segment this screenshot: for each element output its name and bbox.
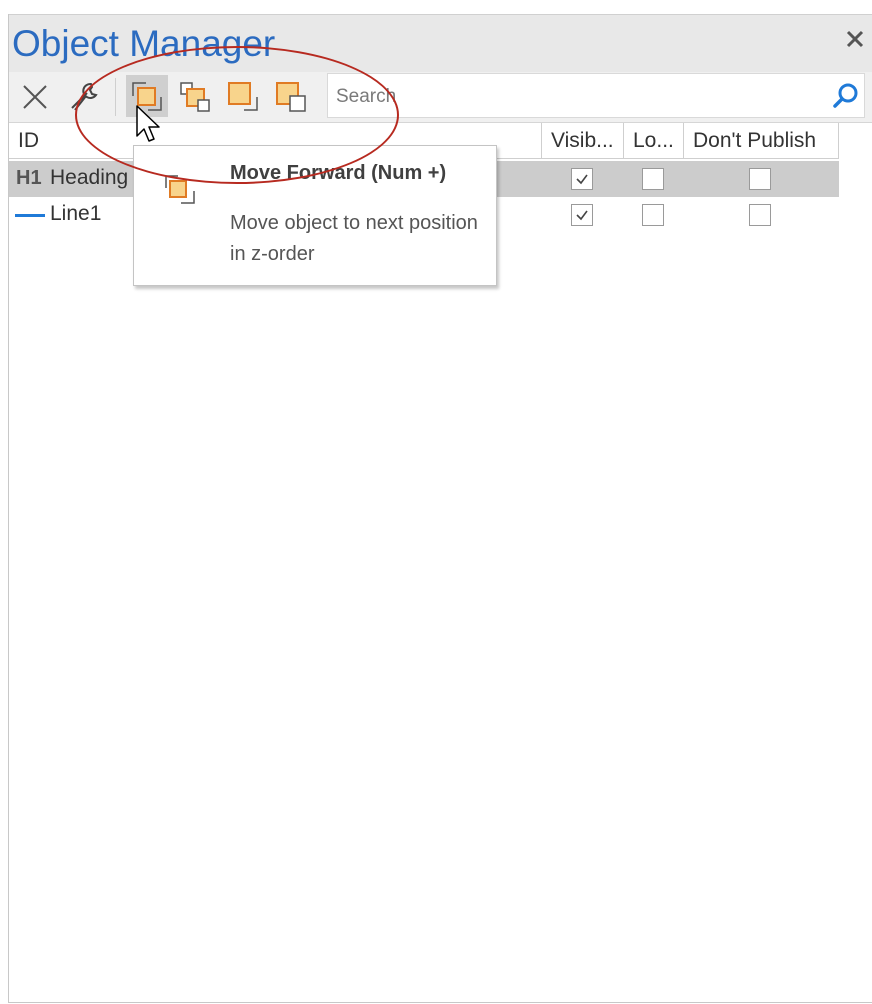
heading-type-icon: H1	[16, 167, 42, 189]
bring-to-front-icon	[228, 82, 258, 111]
locked-checkbox[interactable]	[642, 204, 664, 226]
move-backward-icon	[180, 82, 210, 112]
search-input[interactable]	[334, 83, 818, 111]
mouse-pointer-icon	[136, 105, 160, 142]
close-panel-icon[interactable]	[845, 29, 865, 49]
panel-titlebar: Object Manager	[9, 14, 872, 73]
column-header-dont-publish[interactable]: Don't Publish	[684, 123, 839, 159]
checkmark-icon	[576, 210, 588, 221]
send-to-back-button[interactable]	[270, 75, 312, 117]
send-to-back-icon	[276, 82, 306, 112]
search-box[interactable]	[327, 73, 865, 118]
locked-checkbox[interactable]	[642, 168, 664, 190]
move-backward-button[interactable]	[174, 75, 216, 117]
column-header-locked[interactable]: Lo...	[624, 123, 684, 159]
tooltip-description: Move object to next position in z-order	[230, 212, 478, 265]
tooltip-title: Move Forward (Num +)	[230, 162, 447, 184]
dont-publish-checkbox[interactable]	[749, 204, 771, 226]
move-forward-icon	[165, 175, 195, 204]
panel-title: Object Manager	[12, 23, 276, 64]
tooltip: Move Forward (Num +) Move object to next…	[133, 145, 497, 286]
row-id-label: Line1	[50, 202, 102, 225]
delete-button[interactable]	[15, 75, 57, 117]
toolbar-separator	[115, 78, 116, 116]
checkmark-icon	[576, 174, 588, 185]
visible-checkbox[interactable]	[571, 168, 593, 190]
dont-publish-checkbox[interactable]	[749, 168, 771, 190]
visible-checkbox[interactable]	[571, 204, 593, 226]
search-icon[interactable]	[830, 81, 860, 111]
close-x-icon	[23, 85, 47, 109]
column-header-visible[interactable]: Visib...	[542, 123, 624, 159]
properties-button[interactable]	[63, 75, 105, 117]
wrench-icon	[71, 82, 98, 111]
line-type-icon	[15, 214, 45, 217]
bring-to-front-button[interactable]	[222, 75, 264, 117]
row-id-label: Heading	[50, 166, 129, 189]
